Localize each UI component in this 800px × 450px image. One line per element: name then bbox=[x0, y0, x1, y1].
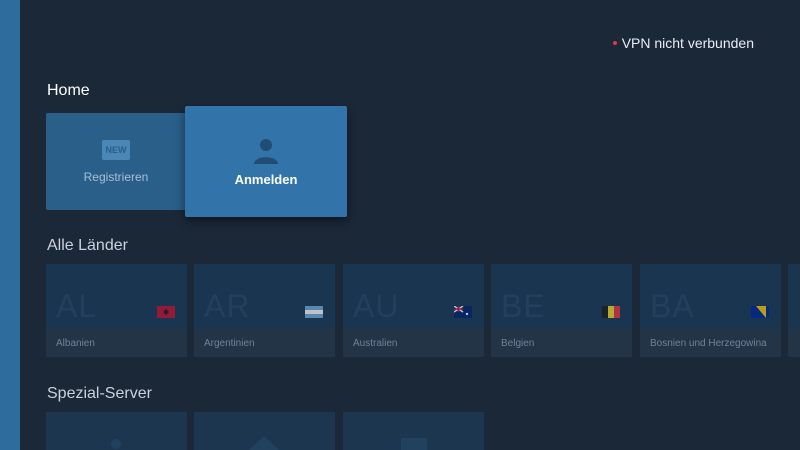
country-code: BE bbox=[501, 288, 546, 324]
status-dot-icon bbox=[612, 41, 617, 45]
australia-flag-icon bbox=[454, 306, 472, 318]
country-name: Australien bbox=[353, 338, 398, 349]
register-card[interactable]: NEW Registrieren bbox=[46, 113, 186, 210]
country-card-belgium[interactable]: BE Belgien bbox=[491, 264, 632, 357]
belgium-flag-icon bbox=[602, 306, 620, 318]
login-card[interactable]: Anmelden bbox=[185, 106, 347, 217]
country-card-argentina[interactable]: AR Argentinien bbox=[194, 264, 335, 357]
country-code: BA bbox=[650, 288, 695, 324]
country-name: Albanien bbox=[56, 338, 95, 349]
country-list: AL Albanien AR Argentinien AU Australien… bbox=[46, 264, 800, 357]
streaming-icon bbox=[249, 436, 279, 450]
location-pin-icon bbox=[111, 439, 121, 449]
countries-section-title: Alle Länder bbox=[47, 237, 128, 254]
person-icon bbox=[254, 139, 278, 164]
register-label: Registrieren bbox=[83, 169, 149, 184]
special-server-card-2[interactable] bbox=[194, 412, 335, 450]
country-name: Argentinien bbox=[204, 338, 255, 349]
login-label: Anmelden bbox=[234, 172, 298, 187]
home-section-title: Home bbox=[47, 82, 90, 99]
new-badge-icon: NEW bbox=[102, 139, 130, 160]
special-server-card-1[interactable] bbox=[46, 412, 187, 450]
argentina-flag-icon bbox=[305, 306, 323, 318]
vpn-status-text: VPN nicht verbunden bbox=[621, 35, 754, 51]
country-code: AL bbox=[56, 288, 98, 324]
country-name: Belgien bbox=[501, 338, 535, 349]
country-code: AU bbox=[353, 288, 400, 324]
special-server-card-3[interactable] bbox=[343, 412, 484, 450]
left-edge-strip bbox=[0, 0, 20, 450]
special-section-title: Spezial-Server bbox=[47, 385, 152, 402]
albania-flag-icon bbox=[157, 306, 175, 318]
country-card-next[interactable] bbox=[788, 264, 800, 357]
bosnia-flag-icon bbox=[751, 306, 769, 318]
country-card-australia[interactable]: AU Australien bbox=[343, 264, 484, 357]
secure-core-icon bbox=[401, 438, 427, 450]
vpn-status: VPN nicht verbunden bbox=[612, 35, 754, 51]
country-name: Bosnien und Herzegowina bbox=[650, 338, 767, 349]
country-card-bosnia[interactable]: BA Bosnien und Herzegowina bbox=[640, 264, 781, 357]
country-code: AR bbox=[204, 288, 251, 324]
country-card-albania[interactable]: AL Albanien bbox=[46, 264, 187, 357]
